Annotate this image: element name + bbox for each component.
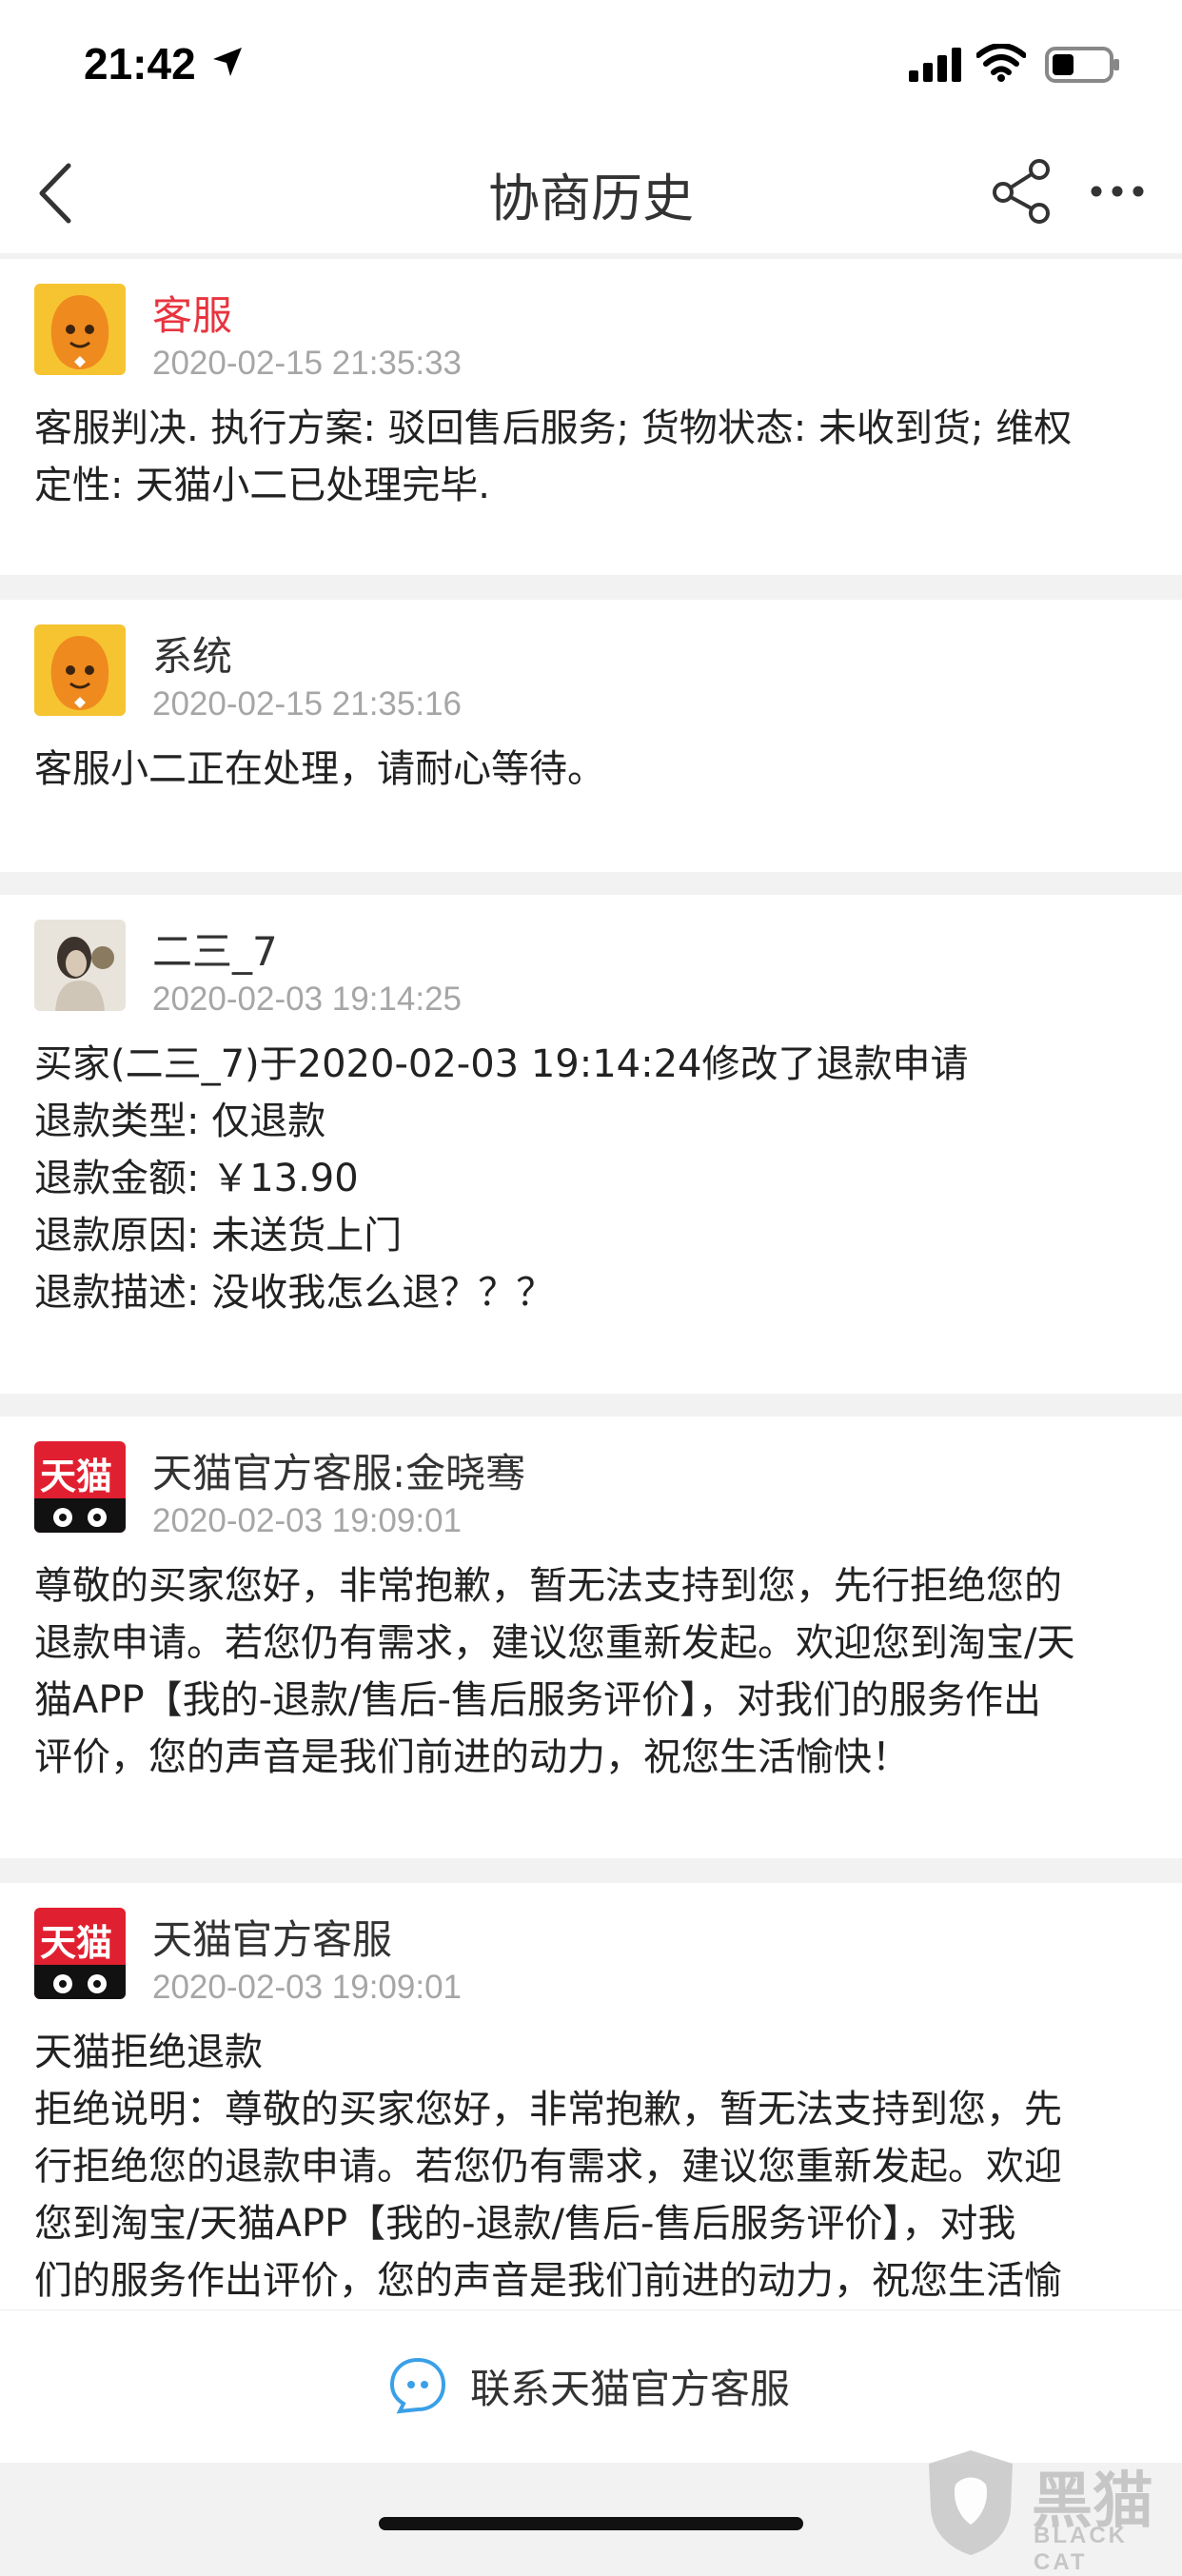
record-text-line: 拒绝说明：尊敬的买家您好，非常抱歉，暂无法支持到您，先: [34, 2088, 1062, 2131]
watermark-subtext: BLACK CAT: [1034, 2523, 1128, 2575]
black-cat-shield-icon: [929, 2450, 1013, 2555]
status-time: 21:42: [84, 39, 196, 89]
contact-tmall-service-button[interactable]: 联系天猫官方客服: [388, 2356, 790, 2415]
record-content: 买家(二三_7)于2020-02-03 19:14:24修改了退款申请 退款类型…: [34, 1036, 1148, 1321]
record-text-line: 退款类型: 仅退款: [34, 1100, 326, 1143]
record-author: 二三_7: [152, 928, 278, 975]
location-arrow-icon: [213, 48, 242, 76]
record-text-line: 猫APP【我的-退款/售后-售后服务评价】，对我们的服务作出: [34, 1678, 1041, 1722]
tmall-logo-avatar: 天猫: [34, 1908, 126, 1999]
record-text-line: 定性: 天猫小二已处理完毕.: [34, 464, 490, 507]
contact-label: 联系天猫官方客服: [470, 2365, 791, 2412]
record-text-line: 您到淘宝/天猫APP【我的-退款/售后-售后服务评价】，对我: [34, 2202, 1016, 2246]
record-timestamp: 2020-02-03 19:09:01: [152, 1969, 462, 2006]
record-text-line: 行拒绝您的退款申请。若您仍有需求，建议您重新发起。欢迎: [34, 2145, 1062, 2189]
mascot-icon: [34, 624, 126, 716]
record-text-line: 退款金额: ￥13.90: [34, 1157, 359, 1200]
black-cat-watermark: 黑猫 BLACK CAT: [921, 2447, 1182, 2575]
record-content: 客服判决. 执行方案: 驳回售后服务; 货物状态: 未收到货; 维权 定性: 天…: [34, 400, 1148, 514]
record-timestamp: 2020-02-03 19:14:25: [152, 981, 462, 1018]
record-text-line: 买家(二三_7)于2020-02-03 19:14:24修改了退款申请: [34, 1042, 969, 1086]
nav-bar: 协商历史: [0, 133, 1182, 253]
wifi-icon: [976, 44, 1026, 82]
record-timestamp: 2020-02-03 19:09:01: [152, 1502, 462, 1539]
record-text-line: 客服小二正在处理，请耐心等待。: [34, 747, 605, 791]
share-icon[interactable]: [992, 158, 1053, 225]
tmall-logo-avatar: 天猫: [34, 1441, 126, 1533]
record-author: 天猫官方客服: [152, 1916, 393, 1963]
record-text-line: 天猫拒绝退款: [34, 2031, 263, 2074]
record-text-line: 评价，您的声音是我们前进的动力，祝您生活愉快！: [34, 1735, 910, 1779]
cellular-signal-icon: [909, 48, 961, 82]
user-photo-avatar: [34, 920, 126, 1011]
orange-mascot-avatar: [34, 284, 126, 375]
record-content: 天猫拒绝退款 拒绝说明：尊敬的买家您好，非常抱歉，暂无法支持到您，先 行拒绝您的…: [34, 2024, 1148, 2309]
record-text-line: 退款描述: 没收我怎么退？？？: [34, 1271, 555, 1315]
record-timestamp: 2020-02-15 21:35:33: [152, 345, 462, 382]
tmall-logo-text: 天猫: [40, 1922, 113, 1964]
history-record: 天猫 天猫官方客服:金晓骞 2020-02-03 19:09:01 尊敬的买家您…: [0, 1417, 1182, 1858]
history-record: 系统 2020-02-15 21:35:16 客服小二正在处理，请耐心等待。: [0, 600, 1182, 872]
record-author: 系统: [152, 633, 233, 680]
record-author: 客服: [152, 292, 233, 339]
record-text-line: 尊敬的买家您好，非常抱歉，暂无法支持到您，先行拒绝您的: [34, 1564, 1062, 1608]
record-text-line: 客服判决. 执行方案: 驳回售后服务; 货物状态: 未收到货; 维权: [34, 406, 1073, 450]
battery-icon: [1045, 47, 1119, 83]
history-record: 二三_7 2020-02-03 19:14:25 买家(二三_7)于2020-0…: [0, 895, 1182, 1394]
home-indicator[interactable]: [379, 2517, 803, 2530]
record-text-line: 退款申请。若您仍有需求，建议您重新发起。欢迎您到淘宝/天: [34, 1621, 1075, 1665]
record-text-line: 退款原因: 未送货上门: [34, 1214, 403, 1258]
record-text-line: 们的服务作出评价，您的声音是我们前进的动力，祝您生活愉: [34, 2259, 1062, 2303]
record-content: 尊敬的买家您好，非常抱歉，暂无法支持到您，先行拒绝您的 退款申请。若您仍有需求，…: [34, 1557, 1148, 1786]
history-record: 客服 2020-02-15 21:35:33 客服判决. 执行方案: 驳回售后服…: [0, 259, 1182, 575]
bottom-bar: 联系天猫官方客服: [0, 2309, 1182, 2463]
record-author: 天猫官方客服:金晓骞: [152, 1450, 526, 1496]
orange-mascot-avatar: [34, 624, 126, 716]
tmall-logo-text: 天猫: [40, 1456, 113, 1497]
chat-bubble-icon: [389, 2357, 446, 2414]
record-content: 客服小二正在处理，请耐心等待。: [34, 741, 1148, 798]
user-photo-icon: [34, 920, 126, 1011]
history-record: 天猫 天猫官方客服 2020-02-03 19:09:01 天猫拒绝退款 拒绝说…: [0, 1883, 1182, 2309]
more-options-icon[interactable]: [1091, 185, 1144, 198]
record-timestamp: 2020-02-15 21:35:16: [152, 685, 462, 723]
status-bar: 21:42: [0, 0, 1182, 133]
mascot-icon: [34, 284, 126, 375]
